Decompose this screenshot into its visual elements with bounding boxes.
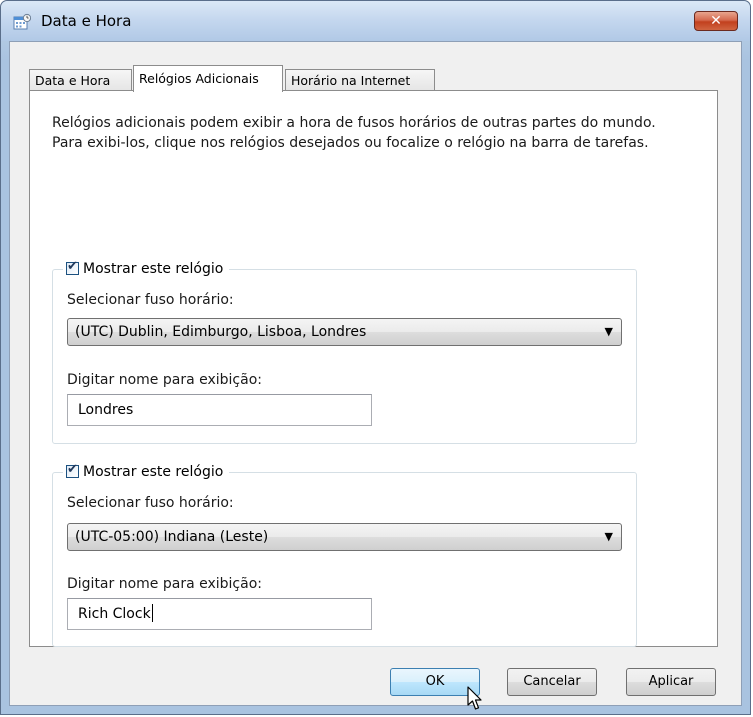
show-clock-label: Mostrar este relógio [83,464,224,480]
tab-horario-na-internet[interactable]: Horário na Internet [285,69,435,92]
tab-panel: Relógios adicionais podem exibir a hora … [29,90,718,647]
text-caret [151,604,153,622]
checkbox-box[interactable]: ✔ [66,258,79,275]
apply-label: Aplicar [648,674,694,689]
display-name-label: Digitar nome para exibição: [67,576,262,592]
show-clock-2-checkbox[interactable]: ✔ Mostrar este relógio [63,461,230,482]
apply-button[interactable]: Aplicar [626,668,716,696]
timezone-select-2[interactable]: (UTC-05:00) Indiana (Leste) ▼ [67,523,622,551]
tab-label: Data e Hora [35,73,111,88]
show-clock-1-checkbox[interactable]: ✔ Mostrar este relógio [63,258,230,279]
checkmark-icon: ✔ [67,258,78,274]
cancel-button[interactable]: Cancelar [507,668,597,696]
display-name-value: Londres [78,402,134,418]
cancel-label: Cancelar [523,674,581,689]
close-button[interactable]: ✕ [694,11,738,31]
checkmark-icon: ✔ [67,461,78,477]
timezone-label: Selecionar fuso horário: [67,292,234,308]
ok-label: OK [425,674,445,689]
display-name-label: Digitar nome para exibição: [67,372,262,388]
dialog-window: Data e Hora ✕ Data e Hora Relógios Adici… [0,0,751,715]
clock-group-1: ✔ Mostrar este relógio Selecionar fuso ho… [52,259,637,444]
display-name-input-1[interactable]: Londres [67,394,372,426]
dropdown-arrow-icon[interactable]: ▼ [605,524,613,550]
title-bar[interactable]: Data e Hora ✕ [1,1,750,41]
show-clock-label: Mostrar este relógio [83,261,224,277]
display-name-value: Rich Clock [78,606,151,622]
clock-group-2: ✔ Mostrar este relógio Selecionar fuso ho… [52,462,637,647]
window-title: Data e Hora [41,12,132,30]
close-icon: ✕ [710,13,722,29]
tab-label: Relógios Adicionais [139,71,259,86]
timezone-value: (UTC) Dublin, Edimburgo, Lisboa, Londres [75,324,367,340]
tab-data-e-hora[interactable]: Data e Hora [29,69,132,92]
timezone-select-1[interactable]: (UTC) Dublin, Edimburgo, Lisboa, Londres… [67,318,622,346]
display-name-input-2[interactable]: Rich Clock [67,598,372,630]
tab-relogios-adicionais[interactable]: Relógios Adicionais [133,65,283,92]
timezone-value: (UTC-05:00) Indiana (Leste) [75,529,269,545]
description-text: Relógios adicionais podem exibir a hora … [52,115,656,151]
tab-label: Horário na Internet [291,73,411,88]
checkbox-box[interactable]: ✔ [66,461,79,478]
timezone-label: Selecionar fuso horário: [67,495,234,511]
dropdown-arrow-icon[interactable]: ▼ [605,319,613,345]
mouse-pointer-icon [467,686,482,710]
calendar-clock-icon [13,13,31,30]
